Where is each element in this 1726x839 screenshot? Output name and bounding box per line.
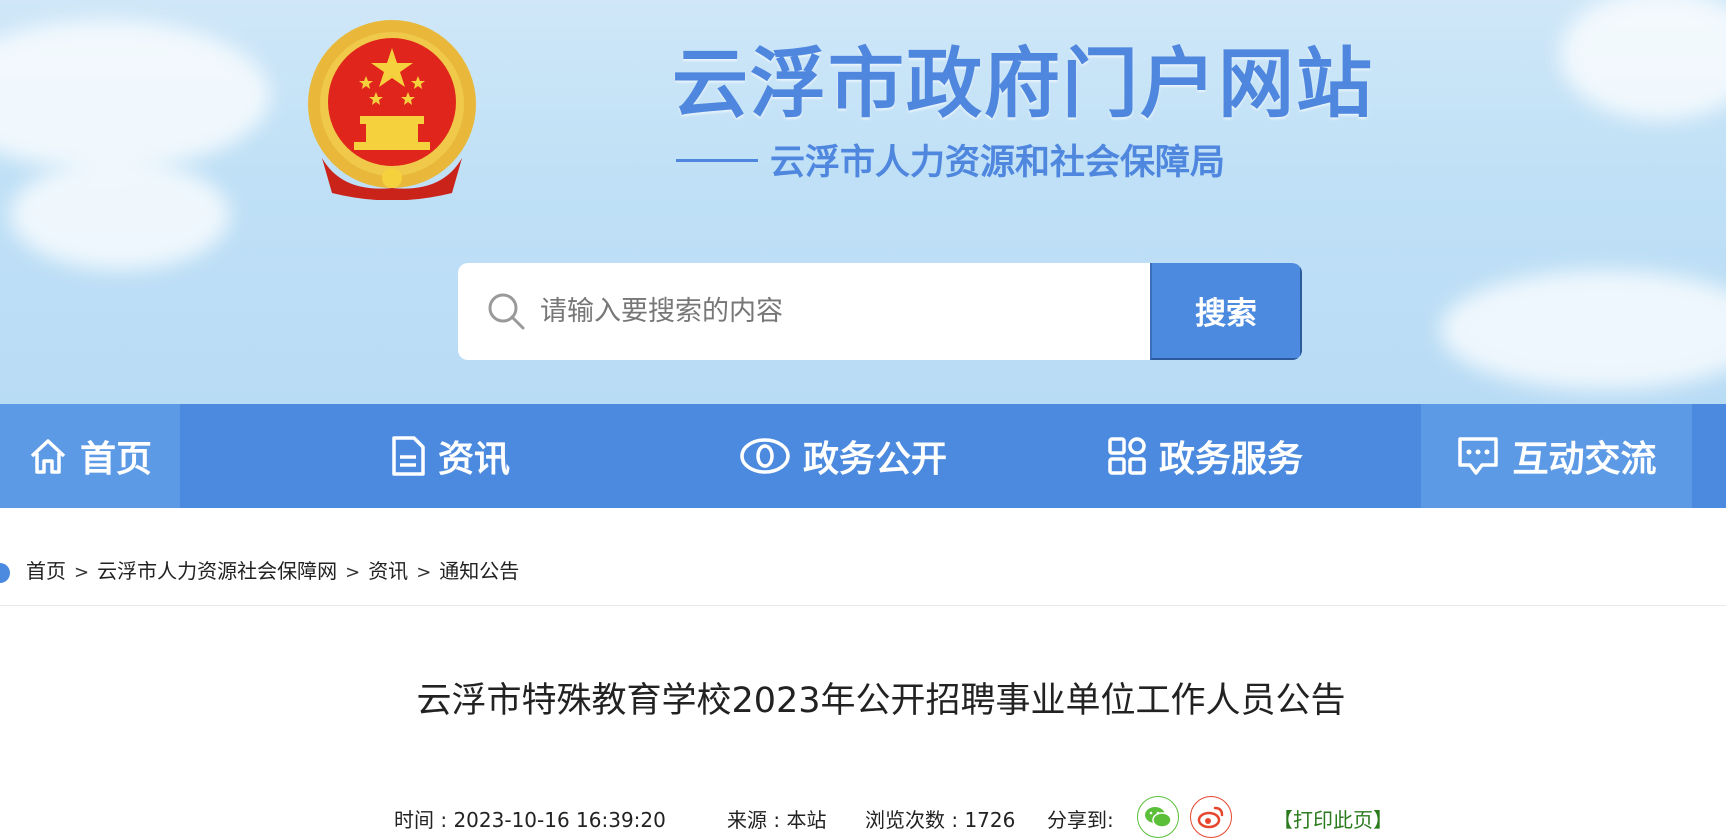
nav-item-label: 首页 xyxy=(79,439,152,480)
article-views: 浏览次数 : 1726 xyxy=(865,808,1016,832)
nav-item-label: 政务服务 xyxy=(1158,439,1303,480)
nav-item-label: 资讯 xyxy=(437,439,510,480)
breadcrumb-separator: > xyxy=(74,562,90,583)
breadcrumb-separator: > xyxy=(345,562,361,583)
grid-icon xyxy=(1108,437,1146,475)
weibo-icon xyxy=(1197,806,1224,829)
site-header: 云浮市政府门户网站 云浮市人力资源和社会保障局 搜索 xyxy=(0,0,1726,404)
eye-icon xyxy=(740,438,790,474)
search-box: 搜索 xyxy=(458,263,1302,360)
cloud-decoration xyxy=(1440,270,1726,390)
wechat-icon xyxy=(1145,807,1172,828)
nav-item-label: 政务公开 xyxy=(802,439,947,480)
subtitle-dash xyxy=(676,158,758,162)
breadcrumb-link-hrss[interactable]: 云浮市人力资源社会保障网 xyxy=(97,559,337,583)
chat-icon xyxy=(1458,437,1499,475)
subtitle-text: 云浮市人力资源和社会保障局 xyxy=(770,143,1226,183)
weibo-share-button[interactable] xyxy=(1190,796,1232,838)
site-subtitle: 云浮市人力资源和社会保障局 xyxy=(676,134,1225,185)
share-label: 分享到: xyxy=(1047,808,1114,832)
nav-item-gov-services[interactable]: 政务服务 xyxy=(1100,404,1310,508)
national-emblem-icon xyxy=(308,20,476,200)
document-icon xyxy=(392,436,425,476)
main-nav: 首页 资讯 政务公开 政务服务 互动交流 xyxy=(0,404,1726,508)
search-icon xyxy=(488,293,525,330)
home-icon xyxy=(30,439,66,474)
site-title: 云浮市政府门户网站 xyxy=(672,39,1374,128)
breadcrumb-separator: > xyxy=(416,562,432,583)
article-source: 来源 : 本站 xyxy=(727,808,827,832)
article-title: 云浮市特殊教育学校2023年公开招聘事业单位工作人员公告 xyxy=(416,681,1346,721)
nav-item-label: 互动交流 xyxy=(1512,439,1657,480)
nav-item-home[interactable]: 首页 xyxy=(0,404,180,508)
breadcrumb-link-home[interactable]: 首页 xyxy=(26,559,66,583)
cloud-decoration xyxy=(1560,0,1726,120)
breadcrumb: 首页 > 云浮市人力资源社会保障网 > 资讯 > 通知公告 xyxy=(26,555,519,584)
breadcrumb-link-news[interactable]: 资讯 xyxy=(368,559,408,583)
search-button[interactable]: 搜索 xyxy=(1150,263,1302,360)
search-input[interactable] xyxy=(540,263,1190,360)
breadcrumb-link-notices[interactable]: 通知公告 xyxy=(439,559,519,583)
cloud-decoration xyxy=(0,20,270,170)
print-page-link[interactable]: 【打印此页】 xyxy=(1273,804,1393,833)
nav-item-interaction[interactable]: 互动交流 xyxy=(1421,404,1692,508)
article-time: 时间 : 2023-10-16 16:39:20 xyxy=(394,808,666,832)
nav-item-news[interactable]: 资讯 xyxy=(380,404,520,508)
wechat-share-button[interactable] xyxy=(1137,796,1179,838)
nav-item-gov-affairs[interactable]: 政务公开 xyxy=(738,404,948,508)
cloud-decoration xyxy=(10,160,230,270)
